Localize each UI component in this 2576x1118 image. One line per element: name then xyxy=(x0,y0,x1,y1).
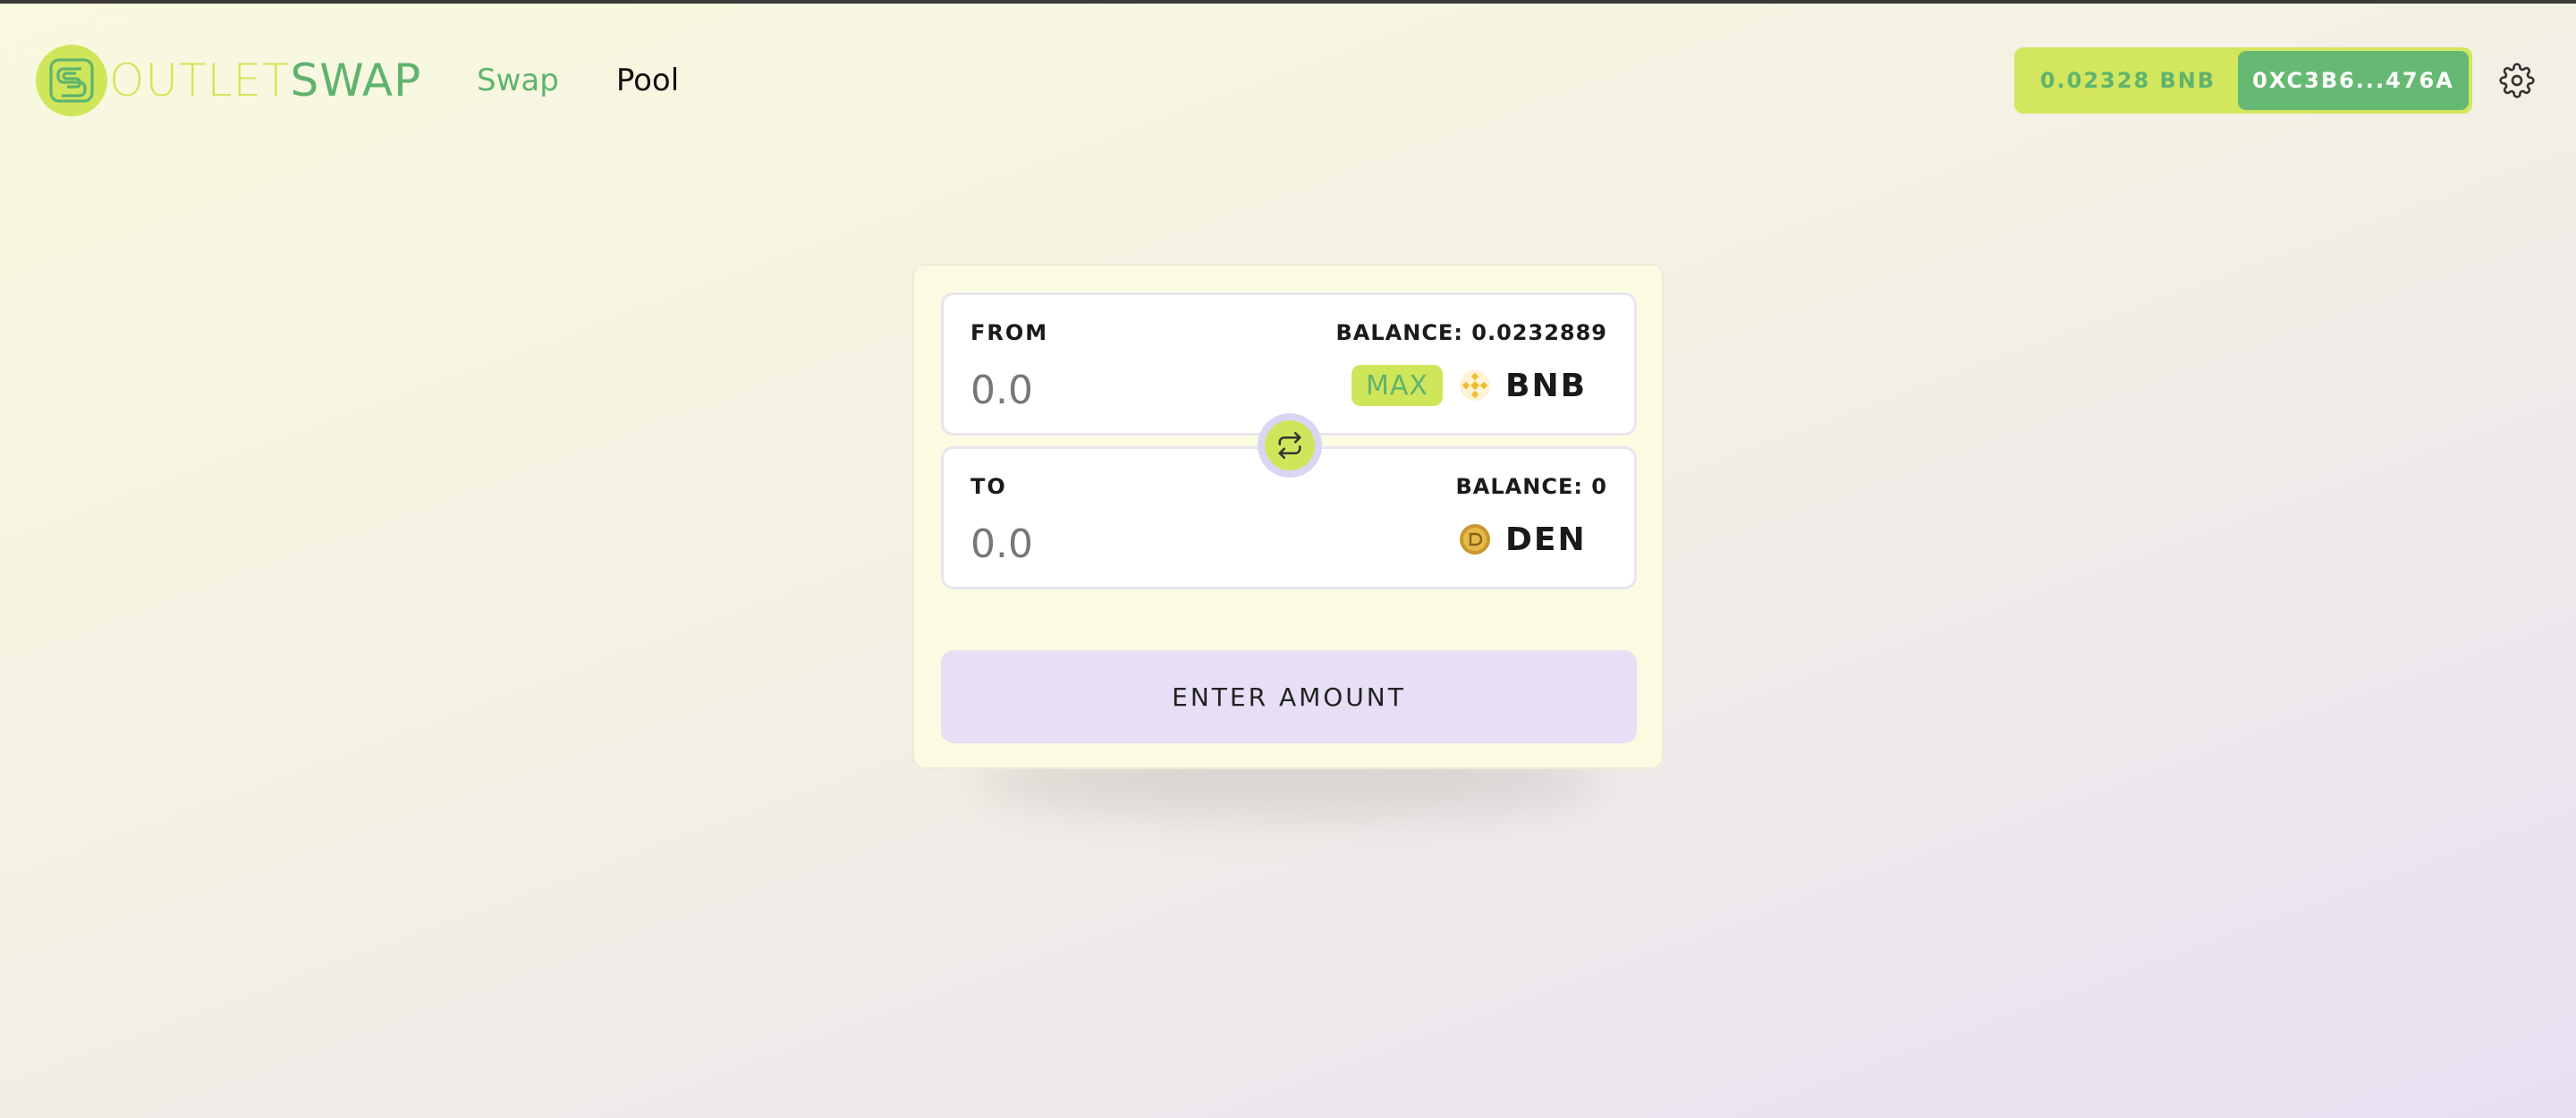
gear-icon[interactable] xyxy=(2499,63,2535,98)
max-button[interactable]: MAX xyxy=(1352,365,1443,406)
swap-card: FROM BALANCE: 0.0232889 MAX BNB xyxy=(912,264,1664,769)
switch-direction-button[interactable] xyxy=(1258,413,1322,478)
from-token-select[interactable]: BNB xyxy=(1459,363,1587,408)
wallet-address-button[interactable]: 0XC3B6...476A xyxy=(2238,51,2469,110)
to-token-symbol: DEN xyxy=(1505,521,1587,558)
to-label: TO xyxy=(970,474,1007,499)
swap-arrows-icon xyxy=(1265,420,1315,470)
to-token-select[interactable]: DEN xyxy=(1459,517,1587,562)
bnb-token-icon xyxy=(1459,369,1491,402)
to-balance: BALANCE: 0 xyxy=(1455,474,1607,499)
nav-pool[interactable]: Pool xyxy=(616,57,679,104)
from-balance: BALANCE: 0.0232889 xyxy=(1335,320,1607,345)
logo-text: OUTLETSWAP xyxy=(109,45,421,116)
logo-text-swap: SWAP xyxy=(290,55,422,106)
wallet-balance: 0.02328 BNB xyxy=(2039,68,2216,93)
top-border xyxy=(0,0,2576,4)
from-label: FROM xyxy=(970,320,1049,345)
nav-swap[interactable]: Swap xyxy=(477,57,559,104)
logo-text-outlet: OUTLET xyxy=(109,55,291,106)
main-nav: Swap Pool xyxy=(477,57,679,104)
logo[interactable]: OUTLETSWAP xyxy=(36,45,421,116)
from-amount-input[interactable] xyxy=(970,363,1310,417)
from-token-symbol: BNB xyxy=(1505,367,1588,404)
wallet-widget[interactable]: 0.02328 BNB 0XC3B6...476A xyxy=(2014,47,2472,114)
den-token-icon xyxy=(1459,523,1491,555)
enter-amount-button[interactable]: ENTER AMOUNT xyxy=(941,650,1637,743)
logo-mark-icon xyxy=(36,45,107,116)
to-amount-input[interactable] xyxy=(970,517,1310,571)
